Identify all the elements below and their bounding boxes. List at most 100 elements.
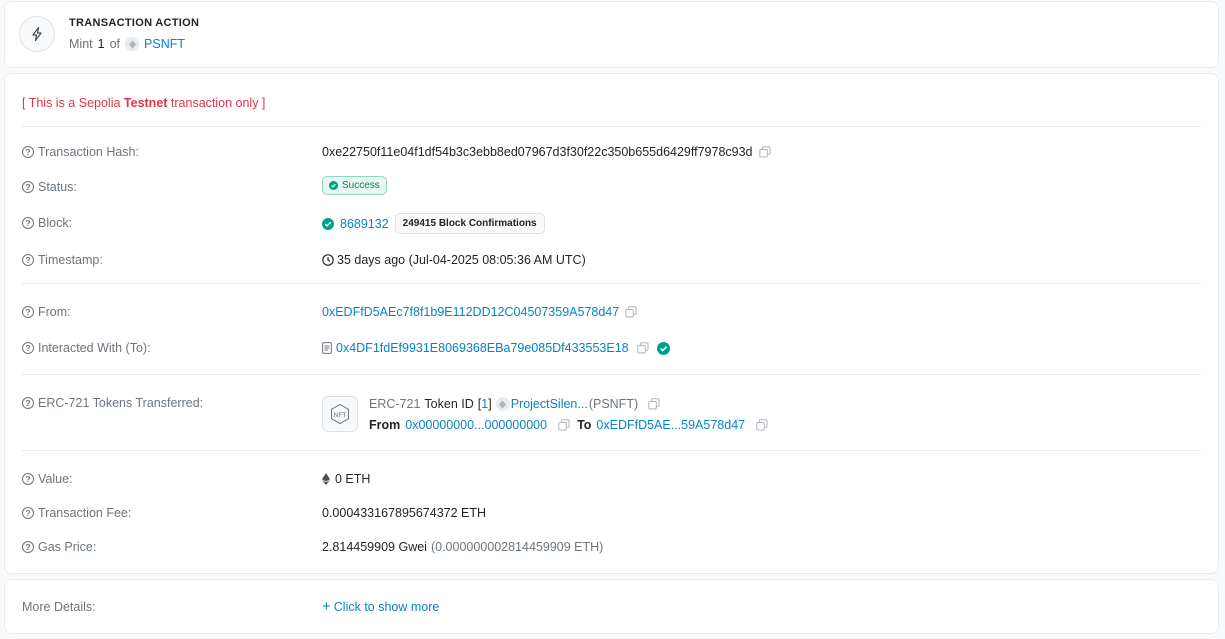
- erc721-token-line: ERC-721 Token ID [1] ProjectSilen... (PSN…: [369, 396, 768, 412]
- help-icon[interactable]: ?: [22, 342, 34, 354]
- testnet-notice: [ This is a Sepolia Testnet transaction …: [22, 96, 265, 110]
- contract-file-icon: [322, 342, 332, 354]
- help-icon[interactable]: ?: [22, 217, 34, 229]
- fee-label-text: Transaction Fee:: [38, 506, 132, 520]
- divider: [22, 374, 1201, 375]
- erc721-token-id-bracket: [1]: [478, 397, 492, 411]
- timestamp-value-row: 35 days ago (Jul-04-2025 08:05:36 AM UTC…: [322, 253, 586, 267]
- from-label-text: From:: [38, 305, 71, 319]
- divider: [22, 450, 1201, 451]
- help-icon[interactable]: ?: [22, 181, 34, 193]
- nft-icon-text: NFT: [334, 412, 347, 419]
- transaction-action-title: TRANSACTION ACTION: [69, 17, 200, 29]
- tx-hash-value-row: 0xe22750f11e04f1df54b3c3ebb8ed07967d3f30…: [322, 145, 771, 159]
- status-badge: Success: [322, 176, 387, 195]
- copy-icon[interactable]: [756, 419, 768, 431]
- gas-label-text: Gas Price:: [38, 540, 97, 554]
- erc721-to-label: To: [577, 418, 592, 432]
- value-label-text: Value:: [38, 472, 73, 486]
- show-more-text: Click to show more: [333, 600, 440, 614]
- erc721-token-name-link[interactable]: ProjectSilen...: [511, 397, 588, 411]
- value-label: ? Value:: [22, 472, 73, 486]
- from-label: ? From:: [22, 305, 71, 319]
- fee-amount: 0.000433167895674372 ETH: [322, 506, 487, 520]
- check-circle-icon: [322, 217, 334, 230]
- help-icon[interactable]: ?: [22, 541, 34, 553]
- copy-icon[interactable]: [758, 146, 771, 158]
- status-value-row: Success: [322, 176, 387, 195]
- to-value-row: 0x4DF1fdEf9931E8069368EBa79e085Df433553E…: [322, 341, 670, 355]
- action-count: 1: [97, 37, 105, 51]
- status-badge-text: Success: [342, 180, 380, 191]
- nft-icon: NFT: [322, 396, 358, 432]
- help-icon[interactable]: ?: [22, 507, 34, 519]
- action-of: of: [109, 37, 121, 51]
- erc721-token-symbol: (PSNFT): [588, 397, 639, 411]
- copy-icon[interactable]: [558, 419, 570, 431]
- more-details-label: More Details:: [22, 600, 96, 614]
- erc721-value-row: NFT ERC-721 Token ID [1] ProjectSilen...…: [322, 396, 768, 433]
- copy-icon[interactable]: [636, 342, 649, 354]
- copy-icon[interactable]: [625, 306, 637, 318]
- gas-price-eth: (0.000000002814459909 ETH): [430, 540, 604, 554]
- help-icon[interactable]: ?: [22, 473, 34, 485]
- erc721-token-id-label: Token ID: [424, 397, 474, 411]
- value-amount: 0 ETH: [335, 472, 371, 486]
- testnet-notice-bold: Testnet: [123, 96, 168, 110]
- lightning-icon: [19, 16, 55, 52]
- gas-label: ? Gas Price:: [22, 540, 96, 554]
- show-more-link[interactable]: + Click to show more: [322, 598, 440, 615]
- help-icon[interactable]: ?: [22, 146, 34, 158]
- timestamp-label-text: Timestamp:: [38, 253, 103, 267]
- action-token-link[interactable]: PSNFT: [144, 37, 185, 51]
- testnet-notice-open: [ This is a Sepolia: [22, 96, 124, 110]
- to-label: ? Interacted With (To):: [22, 341, 151, 355]
- erc721-token-id-close: ]: [488, 397, 492, 411]
- help-icon[interactable]: ?: [22, 397, 34, 409]
- erc721-to-link[interactable]: 0xEDFfD5AE...59A578d47: [596, 418, 745, 432]
- testnet-notice-close: transaction only ]: [167, 96, 266, 110]
- erc721-from-link[interactable]: 0x00000000...000000000: [405, 418, 547, 432]
- block-number-link[interactable]: 8689132: [340, 217, 389, 231]
- from-address-link[interactable]: 0xEDFfD5AEc7f8f1b9E112DD12C04507359A578d…: [322, 305, 619, 319]
- to-address-link[interactable]: 0x4DF1fdEf9931E8069368EBa79e085Df433553E…: [336, 341, 629, 355]
- transaction-details-card: [ This is a Sepolia Testnet transaction …: [4, 73, 1219, 574]
- divider: [22, 283, 1201, 284]
- status-label: ? Status:: [22, 180, 77, 194]
- fee-value-row: 0.000433167895674372 ETH: [322, 506, 486, 520]
- erc721-label: ? ERC-721 Tokens Transferred:: [22, 396, 203, 410]
- help-icon[interactable]: ?: [22, 254, 34, 266]
- action-verb: Mint: [69, 37, 93, 51]
- clock-icon: [322, 254, 334, 266]
- tx-hash-label: ? Transaction Hash:: [22, 145, 139, 159]
- block-value-row: 8689132 249415 Block Confirmations: [322, 213, 545, 234]
- gas-price-gwei: 2.814459909 Gwei: [322, 540, 427, 554]
- block-confirmations-badge: 249415 Block Confirmations: [394, 213, 545, 234]
- value-value-row: 0 ETH: [322, 472, 370, 486]
- block-label: ? Block:: [22, 216, 72, 230]
- divider: [22, 126, 1201, 127]
- transaction-action-summary: Mint 1 of PSNFT: [69, 37, 185, 51]
- ethereum-icon: [322, 473, 330, 485]
- block-label-text: Block:: [38, 216, 73, 230]
- from-value-row: 0xEDFfD5AEc7f8f1b9E112DD12C04507359A578d…: [322, 305, 637, 319]
- transaction-action-card: TRANSACTION ACTION Mint 1 of PSNFT: [4, 1, 1219, 68]
- verified-check-icon: [656, 341, 670, 355]
- tx-hash-value: 0xe22750f11e04f1df54b3c3ebb8ed07967d3f30…: [322, 145, 753, 159]
- gas-value-row: 2.814459909 Gwei (0.000000002814459909 E…: [322, 540, 603, 554]
- help-icon[interactable]: ?: [22, 306, 34, 318]
- more-details-card: More Details: + Click to show more: [4, 579, 1219, 634]
- status-label-text: Status:: [38, 180, 77, 194]
- copy-icon[interactable]: [648, 398, 660, 410]
- timestamp-value: 35 days ago (Jul-04-2025 08:05:36 AM UTC…: [337, 253, 586, 267]
- check-circle-icon: [329, 181, 338, 190]
- to-label-text: Interacted With (To):: [38, 341, 151, 355]
- erc721-detail: ERC-721 Token ID [1] ProjectSilen... (PSN…: [369, 396, 768, 433]
- erc721-standard: ERC-721: [369, 397, 421, 411]
- erc721-transfer-line: From 0x00000000...000000000 To 0xEDFfD5A…: [369, 417, 768, 433]
- erc721-label-text: ERC-721 Tokens Transferred:: [38, 396, 204, 410]
- timestamp-label: ? Timestamp:: [22, 253, 103, 267]
- plus-icon: +: [322, 598, 331, 615]
- fee-label: ? Transaction Fee:: [22, 506, 131, 520]
- tx-hash-label-text: Transaction Hash:: [38, 145, 139, 159]
